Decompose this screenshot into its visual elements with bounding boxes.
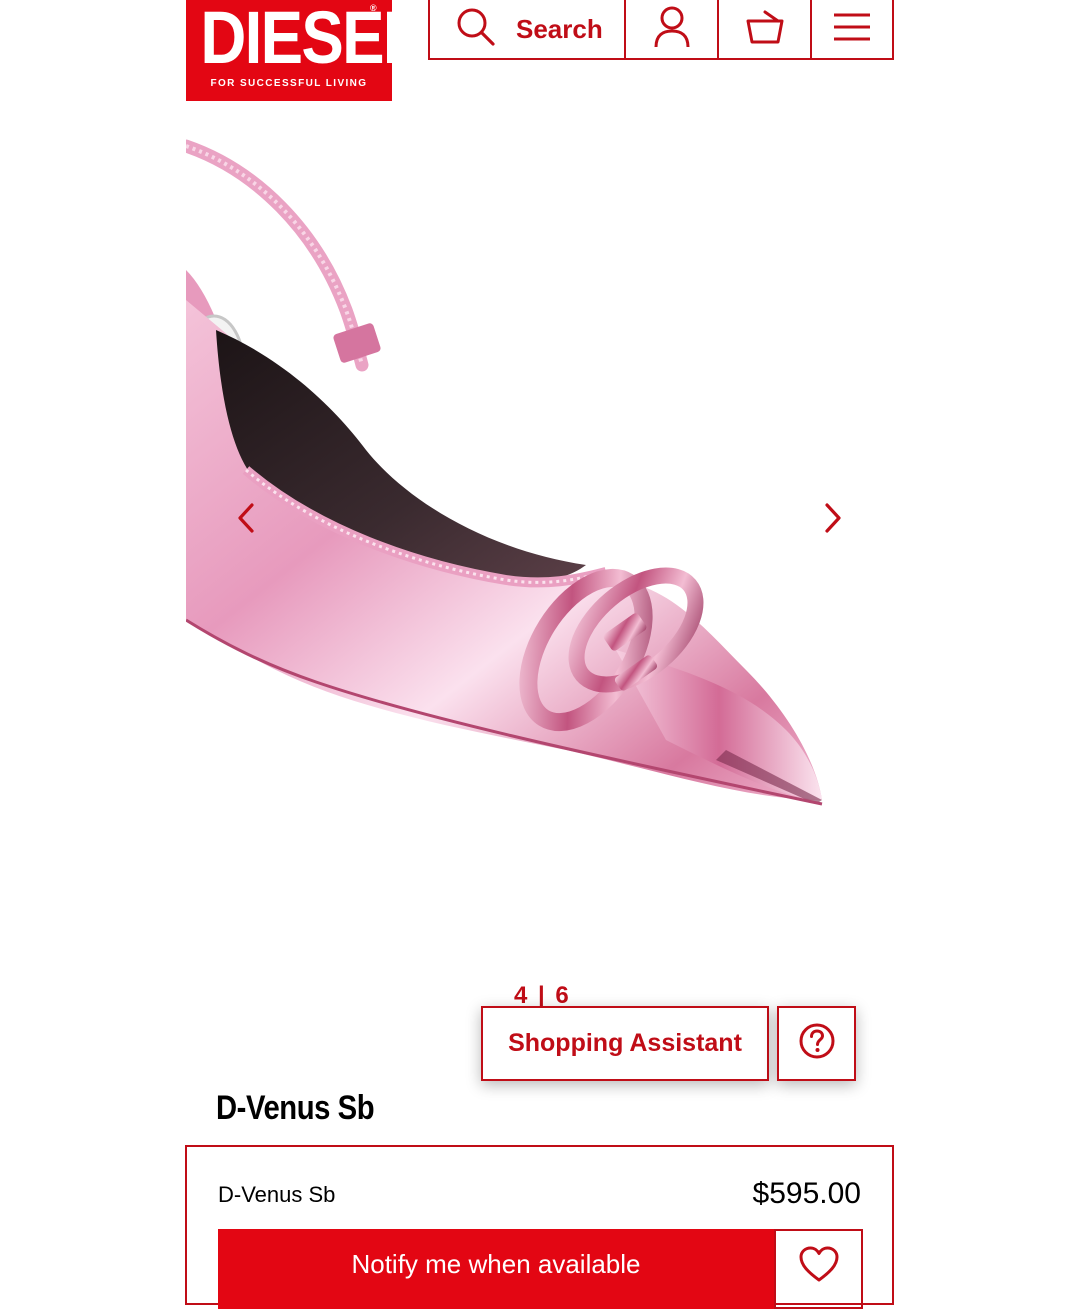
chevron-right-icon <box>823 502 843 539</box>
user-icon <box>652 5 692 54</box>
notify-me-button[interactable]: Notify me when available <box>218 1229 774 1309</box>
diesel-logo[interactable]: DIESEL FOR SUCCESSFUL LIVING <box>186 0 422 101</box>
registered-mark: ® <box>370 3 377 13</box>
basket-icon <box>745 9 785 50</box>
notify-me-label: Notify me when available <box>351 1249 641 1279</box>
product-title: D-Venus Sb <box>216 1089 375 1127</box>
basket-button[interactable] <box>719 0 812 58</box>
product-price: $595.00 <box>752 1177 861 1210</box>
heart-icon <box>798 1245 840 1288</box>
search-button[interactable]: Search <box>430 0 626 58</box>
shopping-assistant-button[interactable]: Shopping Assistant <box>481 1006 769 1081</box>
product-name: D-Venus Sb <box>218 1182 336 1207</box>
previous-image-button[interactable] <box>228 500 264 540</box>
chevron-left-icon <box>236 502 256 539</box>
account-button[interactable] <box>626 0 719 58</box>
search-label: Search <box>516 13 603 44</box>
next-image-button[interactable] <box>815 500 851 540</box>
purchase-panel: D-Venus Sb $595.00 Notify me when availa… <box>185 1145 894 1309</box>
menu-button[interactable] <box>812 0 892 58</box>
logo-tagline: FOR SUCCESSFUL LIVING <box>210 78 368 89</box>
help-button[interactable] <box>777 1006 856 1081</box>
wishlist-button[interactable] <box>774 1229 863 1309</box>
product-image <box>186 139 823 806</box>
top-navigation: Search <box>428 0 894 60</box>
question-circle-icon <box>798 1022 836 1065</box>
shopping-assistant-label: Shopping Assistant <box>508 1029 742 1057</box>
product-image-gallery[interactable] <box>186 110 894 970</box>
menu-icon <box>832 11 872 48</box>
logo-wordmark: DIESEL <box>200 0 421 79</box>
search-icon <box>456 7 496 52</box>
